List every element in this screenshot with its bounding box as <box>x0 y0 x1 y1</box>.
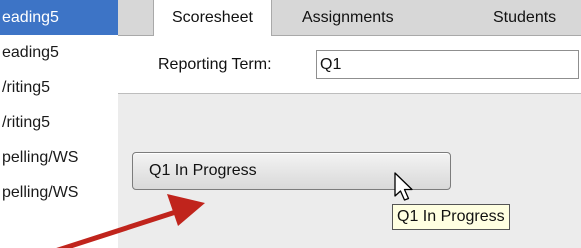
annotation-arrow-icon <box>56 194 205 248</box>
